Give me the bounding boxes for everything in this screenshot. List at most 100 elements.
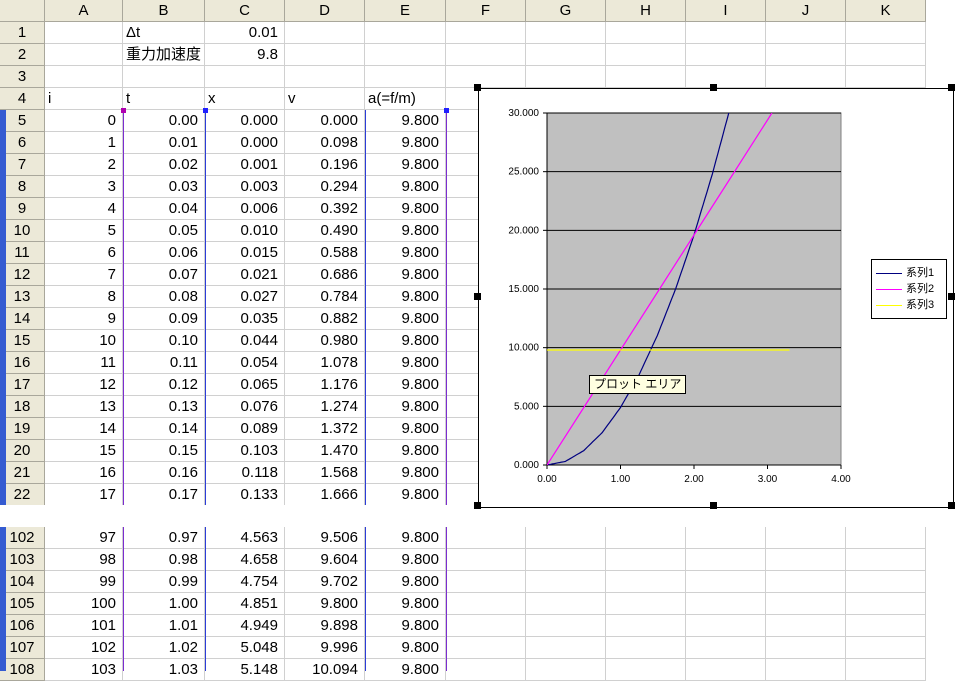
cell-G[interactable] [526,549,606,571]
cell-D[interactable]: 0.490 [285,220,365,242]
cell-D[interactable] [285,66,365,88]
cell-E[interactable]: 9.800 [365,462,446,484]
cell-I[interactable] [686,44,766,66]
cell-D[interactable]: 1.176 [285,374,365,396]
cell-A[interactable]: 15 [45,440,123,462]
cell-E[interactable]: 9.800 [365,571,446,593]
cell-B[interactable]: 0.07 [123,264,205,286]
cell-E[interactable]: 9.800 [365,132,446,154]
cell-B[interactable]: 0.13 [123,396,205,418]
cell-J[interactable] [766,22,846,44]
column-header-C[interactable]: C [205,0,285,22]
row-header[interactable]: 11 [0,242,45,264]
chart-resize-handle-r[interactable] [948,293,955,300]
column-header-H[interactable]: H [606,0,686,22]
cell-C[interactable] [205,66,285,88]
chart-legend[interactable]: 系列1 系列2 系列3 [871,259,947,319]
cell-H[interactable] [606,637,686,659]
cell-E[interactable]: 9.800 [365,198,446,220]
cell-B[interactable]: 1.00 [123,593,205,615]
cell-J[interactable] [766,615,846,637]
cell-F[interactable] [446,615,526,637]
cell-C[interactable]: 5.148 [205,659,285,681]
cell-G[interactable] [526,44,606,66]
cell-C[interactable]: 0.001 [205,154,285,176]
cell-B[interactable]: 0.02 [123,154,205,176]
cell-B[interactable]: 1.01 [123,615,205,637]
cell-C[interactable]: 0.044 [205,330,285,352]
cell-B[interactable]: 0.12 [123,374,205,396]
cell-B[interactable]: 重力加速度 [123,44,205,66]
cell-A[interactable]: 3 [45,176,123,198]
cell-K[interactable] [846,22,926,44]
cell-B[interactable]: 0.15 [123,440,205,462]
cell-K[interactable] [846,549,926,571]
cell-D[interactable]: 9.506 [285,527,365,549]
cell-E[interactable]: 9.800 [365,527,446,549]
cell-A[interactable]: 16 [45,462,123,484]
cell-F[interactable] [446,66,526,88]
cell-A[interactable] [45,66,123,88]
cell-A[interactable]: 4 [45,198,123,220]
cell-J[interactable] [766,527,846,549]
cell-K[interactable] [846,593,926,615]
cell-K[interactable] [846,44,926,66]
cell-B[interactable]: 0.01 [123,132,205,154]
cell-D[interactable]: 9.604 [285,549,365,571]
cell-H[interactable] [606,66,686,88]
cell-I[interactable] [686,571,766,593]
cell-B[interactable]: 0.17 [123,484,205,506]
cell-E[interactable]: 9.800 [365,264,446,286]
row-header[interactable]: 103 [0,549,45,571]
cell-E[interactable]: 9.800 [365,308,446,330]
cell-B[interactable]: 1.03 [123,659,205,681]
cell-C[interactable]: 5.048 [205,637,285,659]
cell-D[interactable]: 0.098 [285,132,365,154]
cell-F[interactable] [446,659,526,681]
cell-F[interactable] [446,527,526,549]
cell-E[interactable]: 9.800 [365,593,446,615]
column-header-F[interactable]: F [446,0,526,22]
cell-A[interactable]: 103 [45,659,123,681]
row-header[interactable]: 13 [0,286,45,308]
cell-D[interactable]: 9.800 [285,593,365,615]
cell-A[interactable] [45,22,123,44]
cell-J[interactable] [766,571,846,593]
cell-A[interactable]: 8 [45,286,123,308]
column-header-J[interactable]: J [766,0,846,22]
cell-D[interactable]: 9.702 [285,571,365,593]
cell-B[interactable]: 0.05 [123,220,205,242]
cell-K[interactable] [846,637,926,659]
cell-A[interactable] [45,44,123,66]
cell-E[interactable]: 9.800 [365,286,446,308]
cell-D[interactable]: 0.588 [285,242,365,264]
cell-C[interactable]: 0.089 [205,418,285,440]
cell-A[interactable]: 11 [45,352,123,374]
chart-resize-handle-bl[interactable] [474,502,481,509]
cell-G[interactable] [526,66,606,88]
select-all-corner[interactable] [0,0,45,22]
cell-C[interactable]: 4.949 [205,615,285,637]
cell-C[interactable]: 0.021 [205,264,285,286]
cell-G[interactable] [526,571,606,593]
cell-B[interactable]: 0.16 [123,462,205,484]
cell-I[interactable] [686,22,766,44]
cell-C[interactable]: 4.754 [205,571,285,593]
cell-B[interactable]: 0.11 [123,352,205,374]
cell-A[interactable]: 7 [45,264,123,286]
cell-E[interactable] [365,66,446,88]
cell-B[interactable]: 0.09 [123,308,205,330]
chart-resize-handle-b[interactable] [710,502,717,509]
cell-J[interactable] [766,593,846,615]
cell-H[interactable] [606,659,686,681]
cell-E[interactable]: a(=f/m) [365,88,446,110]
row-header[interactable]: 14 [0,308,45,330]
column-header-E[interactable]: E [365,0,446,22]
cell-A[interactable]: 17 [45,484,123,506]
cell-A[interactable]: 14 [45,418,123,440]
cell-E[interactable]: 9.800 [365,484,446,506]
cell-K[interactable] [846,615,926,637]
cell-G[interactable] [526,593,606,615]
cell-C[interactable]: 0.118 [205,462,285,484]
cell-J[interactable] [766,66,846,88]
